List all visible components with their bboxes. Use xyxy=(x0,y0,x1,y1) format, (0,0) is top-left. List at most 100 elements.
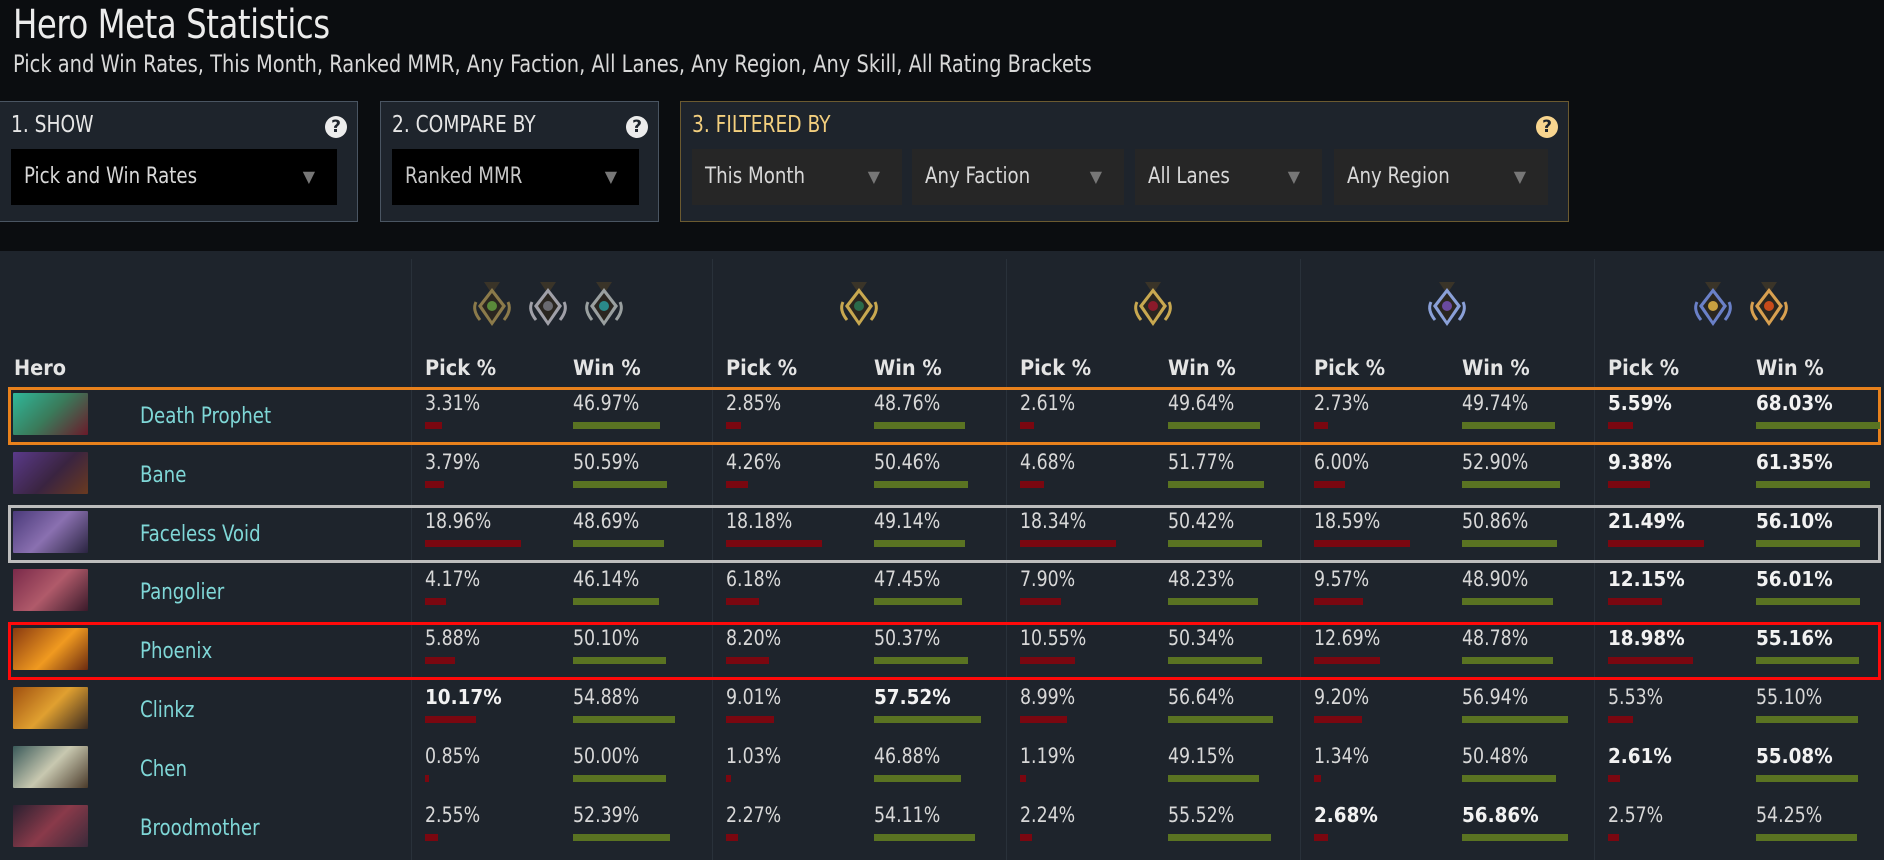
faceless-void-portrait[interactable] xyxy=(13,510,88,553)
table-row[interactable]: Broodmother 2.55% 52.39% 2.27% 54.11% 2.24% 55… xyxy=(0,799,1884,857)
pick-rate-cell: 2.55% xyxy=(425,803,485,853)
filter-faction-select[interactable]: Any Faction ▼ xyxy=(912,149,1124,205)
pick-rate-bar xyxy=(1020,657,1076,665)
win-rate-value: 61.35% xyxy=(1756,449,1833,474)
hero-name-link[interactable]: Pangolier xyxy=(140,580,224,605)
immortal-medal-icon xyxy=(1747,280,1791,334)
pick-column-header[interactable]: Pick % xyxy=(1314,356,1385,380)
win-rate-bar xyxy=(1462,598,1553,606)
win-column-header[interactable]: Win % xyxy=(1756,356,1824,380)
win-rate-cell: 50.00% xyxy=(573,744,666,794)
table-row[interactable]: Phoenix 5.88% 50.10% 8.20% 50.37% 10.55% 50.34… xyxy=(0,622,1884,681)
win-rate-value: 54.88% xyxy=(573,685,640,709)
table-row[interactable]: Chen 0.85% 50.00% 1.03% 46.88% 1.19% 49.15% 1.3… xyxy=(0,740,1884,798)
hero-name-link[interactable]: Chen xyxy=(140,757,187,782)
win-column-header[interactable]: Win % xyxy=(573,356,641,380)
show-panel-title: 1. SHOW xyxy=(11,112,94,138)
question-circle-icon[interactable]: ? xyxy=(626,116,648,138)
pick-rate-value: 12.69% xyxy=(1314,626,1381,651)
pick-rate-value: 6.00% xyxy=(1314,449,1370,474)
show-select[interactable]: Pick and Win Rates ▼ xyxy=(11,149,337,205)
chen-portrait[interactable] xyxy=(13,745,88,788)
win-rate-value: 46.97% xyxy=(573,391,640,415)
filter-lanes-select[interactable]: All Lanes ▼ xyxy=(1135,149,1322,205)
hero-column-header: Hero xyxy=(14,356,67,380)
table-row[interactable]: Pangolier 4.17% 46.14% 6.18% 47.45% 7.90% 48.2… xyxy=(0,563,1884,621)
win-rate-cell: 54.11% xyxy=(874,803,975,853)
win-rate-bar xyxy=(573,598,659,606)
pick-rate-bar xyxy=(726,422,742,429)
win-rate-bar xyxy=(1462,422,1555,429)
dropdown-arrow-icon: ▼ xyxy=(1287,167,1300,186)
pick-rate-value: 1.19% xyxy=(1020,743,1076,768)
question-circle-icon[interactable]: ? xyxy=(325,116,347,138)
hero-name-link[interactable]: Faceless Void xyxy=(140,522,261,547)
pick-rate-value: 3.31% xyxy=(425,391,481,415)
pick-rate-bar xyxy=(1020,774,1027,782)
pick-rate-value: 2.85% xyxy=(726,391,782,415)
compare-by-select[interactable]: Ranked MMR ▼ xyxy=(392,149,639,205)
win-rate-bar xyxy=(1168,422,1261,429)
pangolier-portrait[interactable] xyxy=(13,569,88,612)
pick-column-header[interactable]: Pick % xyxy=(726,356,797,380)
win-rate-bar xyxy=(874,833,975,841)
win-column-header[interactable]: Win % xyxy=(874,356,942,380)
pick-rate-value: 2.61% xyxy=(1608,743,1672,768)
table-row[interactable]: Bane 3.79% 50.59% 4.26% 50.46% 4.68% 51.77% 6.0… xyxy=(0,446,1884,504)
pick-rate-cell: 5.53% xyxy=(1608,685,1668,735)
hero-name-link[interactable]: Death Prophet xyxy=(140,404,271,429)
win-rate-bar xyxy=(1462,657,1553,665)
pick-rate-bar xyxy=(726,716,774,723)
archon-medal-icon xyxy=(837,280,881,334)
pick-column-header[interactable]: Pick % xyxy=(1608,356,1679,380)
hero-name-link[interactable]: Bane xyxy=(140,463,186,488)
win-rate-value: 48.90% xyxy=(1462,567,1529,592)
pick-rate-value: 2.61% xyxy=(1020,391,1076,415)
pick-rate-value: 10.55% xyxy=(1020,626,1087,651)
table-row[interactable]: Death Prophet 3.31% 46.97% 2.85% 48.76% 2.61%… xyxy=(0,387,1884,445)
hero-name-link[interactable]: Clinkz xyxy=(140,698,194,723)
table-row[interactable]: Faceless Void 18.96% 48.69% 18.18% 49.14% 18.… xyxy=(0,504,1884,563)
pick-rate-cell: 9.20% xyxy=(1314,685,1374,735)
phoenix-portrait[interactable] xyxy=(13,628,88,671)
death-prophet-portrait[interactable] xyxy=(13,393,88,435)
win-rate-cell: 49.14% xyxy=(874,509,966,559)
pick-rate-cell: 9.38% xyxy=(1608,450,1677,500)
pick-rate-bar xyxy=(1314,480,1345,488)
win-rate-bar xyxy=(1168,657,1262,665)
win-column-header[interactable]: Win % xyxy=(1168,356,1236,380)
bane-portrait[interactable] xyxy=(13,451,88,494)
pick-rate-cell: 1.19% xyxy=(1020,744,1080,794)
pick-rate-cell: 18.18% xyxy=(726,509,822,559)
pick-rate-bar xyxy=(726,539,822,547)
win-rate-value: 55.08% xyxy=(1756,743,1833,768)
win-rate-bar xyxy=(1462,774,1556,782)
table-row[interactable]: Clinkz 10.17% 54.88% 9.01% 57.52% 8.99% 56.64%… xyxy=(0,681,1884,739)
win-rate-value: 50.48% xyxy=(1462,743,1529,768)
pick-rate-cell: 1.03% xyxy=(726,744,786,794)
win-rate-cell: 48.78% xyxy=(1462,626,1553,676)
clinkz-portrait[interactable] xyxy=(13,687,88,729)
win-rate-value: 49.15% xyxy=(1168,743,1235,768)
pick-rate-value: 9.20% xyxy=(1314,685,1370,709)
pick-column-header[interactable]: Pick % xyxy=(425,356,496,380)
win-rate-bar xyxy=(1462,716,1568,723)
filter-region-value: Any Region xyxy=(1347,164,1450,189)
pick-column-header[interactable]: Pick % xyxy=(1020,356,1091,380)
hero-name-link[interactable]: Broodmother xyxy=(140,816,260,841)
win-rate-value: 55.10% xyxy=(1756,685,1823,709)
rank-bracket-medals xyxy=(837,279,881,335)
legend-medal-icon xyxy=(1131,280,1175,334)
win-column-header[interactable]: Win % xyxy=(1462,356,1530,380)
filter-region-select[interactable]: Any Region ▼ xyxy=(1334,149,1548,205)
filter-time-select[interactable]: This Month ▼ xyxy=(692,149,902,205)
pick-rate-bar xyxy=(1314,598,1364,606)
pick-rate-cell: 7.90% xyxy=(1020,567,1080,617)
broodmother-portrait[interactable] xyxy=(13,804,88,847)
hero-name-link[interactable]: Phoenix xyxy=(140,639,212,664)
win-rate-cell: 50.42% xyxy=(1168,509,1262,559)
win-rate-value: 50.46% xyxy=(874,449,941,474)
question-circle-icon[interactable]: ? xyxy=(1536,116,1558,138)
show-select-value: Pick and Win Rates xyxy=(24,164,198,189)
win-rate-bar xyxy=(874,598,963,606)
